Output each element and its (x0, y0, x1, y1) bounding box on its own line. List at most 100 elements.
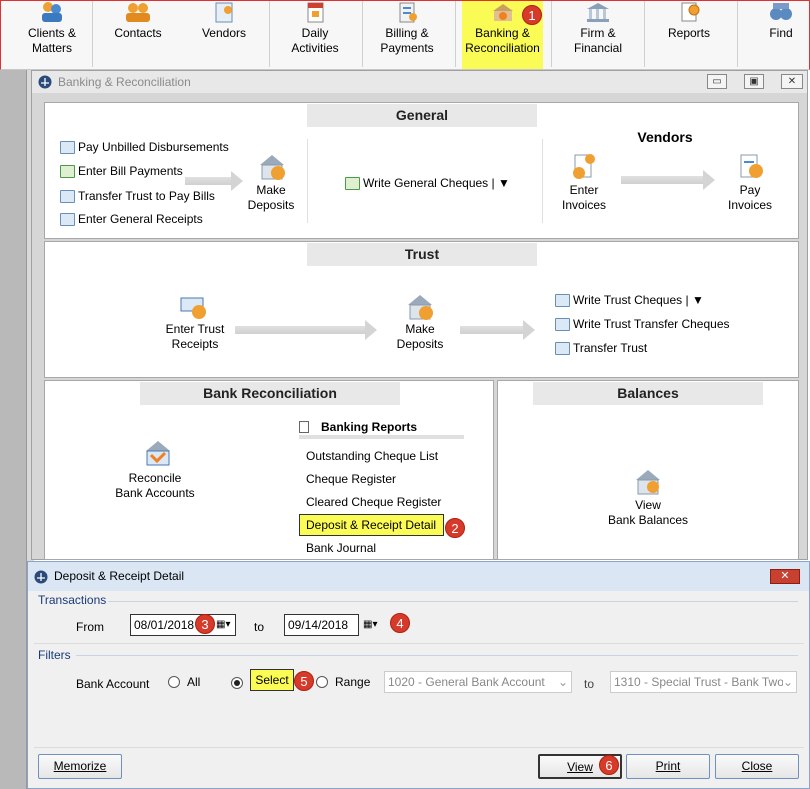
minimize-button[interactable]: ▭ (707, 74, 727, 89)
cleared-cheque-register-link[interactable]: Cleared Cheque Register (306, 494, 441, 510)
cheque-icon (345, 176, 360, 190)
enter-invoices-icon (573, 154, 595, 179)
range-from-select[interactable]: 1020 - General Bank Account ⌄ (384, 671, 572, 693)
calendar-icon (307, 2, 324, 23)
pay-invoices-button[interactable]: Pay Invoices (721, 183, 779, 213)
print-button[interactable]: Print (626, 754, 710, 779)
link-label: Pay Unbilled Disbursements (78, 140, 229, 154)
from-date-value: 08/01/2018 (134, 618, 195, 632)
link-label: Write Trust Transfer Cheques (573, 317, 730, 331)
scales-icon (34, 570, 48, 584)
reconcile-bank-accounts-button[interactable]: Reconcile Bank Accounts (105, 471, 205, 501)
main-toolbar: Clients & Matters Contacts Vendors Daily… (0, 0, 810, 70)
print-label: Print (655, 759, 681, 773)
enter-trust-receipts-button[interactable]: Enter Trust Receipts (155, 322, 235, 352)
toolbar-label: Contacts (114, 26, 162, 40)
from-calendar-icon[interactable]: ▦▾ (216, 619, 230, 630)
clients-icon (42, 2, 62, 22)
link-label: Transfer Trust (573, 341, 648, 355)
enter-general-receipts-link[interactable]: Enter General Receipts (60, 211, 203, 227)
binoculars-icon (770, 3, 792, 20)
flow-arrow (460, 320, 535, 340)
link-label: Write Trust Cheques | ▼ (573, 293, 704, 307)
trust-title: Trust (307, 243, 537, 266)
transfer-trust-to-pay-bills-link[interactable]: Transfer Trust to Pay Bills (60, 188, 215, 204)
toolbar-label: Daily Activities (291, 26, 339, 55)
transfer-trust-link[interactable]: Transfer Trust (555, 340, 647, 356)
transfer-cheque-icon (555, 317, 570, 331)
make-deposits-icon (408, 295, 433, 320)
view-bank-balances-button[interactable]: View Bank Balances (588, 498, 708, 528)
range-radio-label: Range (335, 675, 371, 689)
enter-bill-payments-link[interactable]: Enter Bill Payments (60, 163, 183, 179)
to-date-field[interactable]: 09/14/2018 (284, 614, 359, 636)
range-to-select[interactable]: 1310 - Special Trust - Bank Two ⌄ (610, 671, 797, 693)
write-trust-cheques-link[interactable]: Write Trust Cheques | ▼ (555, 292, 704, 308)
general-panel: General Pay Unbilled Disbursements Enter… (44, 102, 799, 239)
pay-invoices-icon (740, 154, 763, 178)
toolbar-clients-matters[interactable]: Clients & Matters (21, 1, 83, 69)
toolbar-daily-activities[interactable]: Daily Activities (284, 1, 346, 69)
to-date-value: 09/14/2018 (288, 618, 349, 632)
range-radio-circle[interactable] (316, 676, 328, 688)
toolbar-billing-payments[interactable]: Billing & Payments (374, 1, 440, 69)
select-radio-label[interactable]: Select (250, 669, 294, 691)
filters-group-label: Filters (38, 648, 71, 662)
bank-account-label: Bank Account (76, 677, 150, 691)
restore-button[interactable]: ▣ (744, 74, 764, 89)
reports-icon (681, 2, 700, 22)
close-window-button[interactable]: ✕ (781, 74, 803, 89)
toolbar-label: Vendors (201, 26, 247, 40)
all-radio[interactable]: All (168, 675, 200, 689)
toolbar-contacts[interactable]: Contacts (107, 1, 169, 69)
firm-icon (587, 3, 609, 22)
select-radio[interactable] (231, 675, 243, 689)
outstanding-cheque-list-link[interactable]: Outstanding Cheque List (306, 448, 438, 464)
balances-title: Balances (533, 382, 763, 405)
step-badge-4: 4 (390, 613, 410, 633)
flow-arrow (621, 170, 715, 190)
trust-make-deposits-button[interactable]: Make Deposits (390, 322, 450, 352)
toolbar-label: Banking & Reconciliation (465, 26, 540, 55)
trust-panel: Trust Enter Trust Receipts Make Deposits… (44, 241, 799, 378)
range-radio[interactable]: Range (316, 675, 370, 689)
toolbar-label: Billing & Payments (380, 26, 434, 55)
window-title-bar[interactable]: Banking & Reconciliation ▭ ▣ ✕ (32, 71, 807, 93)
cheque-register-link[interactable]: Cheque Register (306, 471, 396, 487)
transfer-icon (60, 189, 75, 203)
write-trust-transfer-cheques-link[interactable]: Write Trust Transfer Cheques (555, 316, 730, 332)
toolbar-find[interactable]: Find (753, 1, 809, 69)
bank-balances-icon (636, 470, 660, 495)
billing-icon (399, 2, 417, 23)
toolbar-reports[interactable]: Reports (657, 1, 721, 69)
memorize-label: Memorize (53, 759, 107, 773)
toolbar-firm-financial[interactable]: Firm & Financial (566, 1, 630, 69)
step-badge-1: 1 (522, 5, 542, 25)
write-general-cheques-link[interactable]: Write General Cheques | ▼ (345, 175, 510, 191)
to-label: to (254, 620, 265, 634)
view-label: View (567, 760, 593, 774)
banking-reports-header: Banking Reports (299, 418, 464, 439)
memorize-button[interactable]: Memorize (38, 754, 122, 779)
toolbar-label: Clients & Matters (27, 26, 77, 55)
to-calendar-icon[interactable]: ▦▾ (363, 619, 377, 630)
left-sidebar-strip (0, 70, 27, 789)
trust-cheque-icon (555, 293, 570, 307)
bank-journal-link[interactable]: Bank Journal (306, 540, 376, 556)
enter-invoices-button[interactable]: Enter Invoices (555, 183, 613, 213)
all-radio-circle[interactable] (168, 676, 180, 688)
disbursement-icon (60, 140, 75, 154)
toolbar-vendors[interactable]: Vendors (193, 1, 255, 69)
dialog-close-icon[interactable]: ✕ (770, 569, 800, 584)
bank-reconciliation-title: Bank Reconciliation (140, 382, 400, 405)
deposit-receipt-detail-dialog: Deposit & Receipt Detail ✕ Transactions … (27, 561, 810, 789)
bank-reconciliation-panel: Bank Reconciliation Reconcile Bank Accou… (44, 380, 494, 560)
pay-unbilled-disbursements-link[interactable]: Pay Unbilled Disbursements (60, 139, 229, 155)
step-badge-3: 3 (195, 614, 215, 634)
banking-reconciliation-window: Banking & Reconciliation ▭ ▣ ✕ General P… (31, 70, 808, 560)
dialog-title-bar[interactable]: Deposit & Receipt Detail ✕ (28, 562, 809, 591)
make-deposits-button[interactable]: Make Deposits (241, 183, 301, 213)
select-radio-circle[interactable] (231, 676, 243, 689)
close-button[interactable]: Close (715, 754, 799, 779)
deposit-receipt-detail-link[interactable]: Deposit & Receipt Detail (299, 514, 444, 536)
